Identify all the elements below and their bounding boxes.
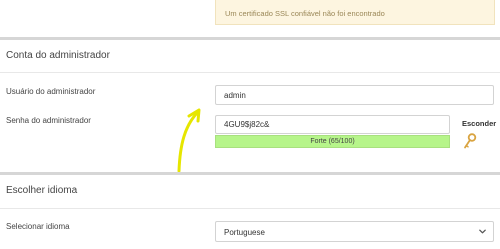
chevron-down-icon (479, 229, 486, 234)
admin-section-title: Conta do administrador (6, 50, 110, 61)
language-section-title: Escolher idioma (6, 185, 78, 196)
language-select[interactable]: Portuguese (215, 221, 494, 242)
section-divider (0, 37, 500, 40)
username-label: Usuário do administrador (6, 87, 96, 96)
hide-password-button[interactable]: Esconder (462, 119, 496, 128)
password-input[interactable] (215, 115, 450, 134)
ssl-warning-text: Um certificado SSL confiável não foi enc… (225, 9, 385, 18)
key-icon[interactable] (463, 133, 477, 149)
password-strength-meter: Forte (65/100) (215, 135, 450, 148)
section-rule (0, 72, 500, 73)
pointer-arrow-icon (177, 108, 201, 173)
language-select-label: Selecionar idioma (6, 222, 70, 231)
password-label: Senha do administrador (6, 116, 91, 125)
selected-language: Portuguese (224, 228, 265, 237)
username-input[interactable] (215, 85, 494, 105)
ssl-warning-notice: Um certificado SSL confiável não foi enc… (215, 0, 495, 25)
section-rule (0, 208, 500, 209)
section-divider (0, 172, 500, 175)
password-strength-text: Forte (65/100) (310, 138, 355, 145)
